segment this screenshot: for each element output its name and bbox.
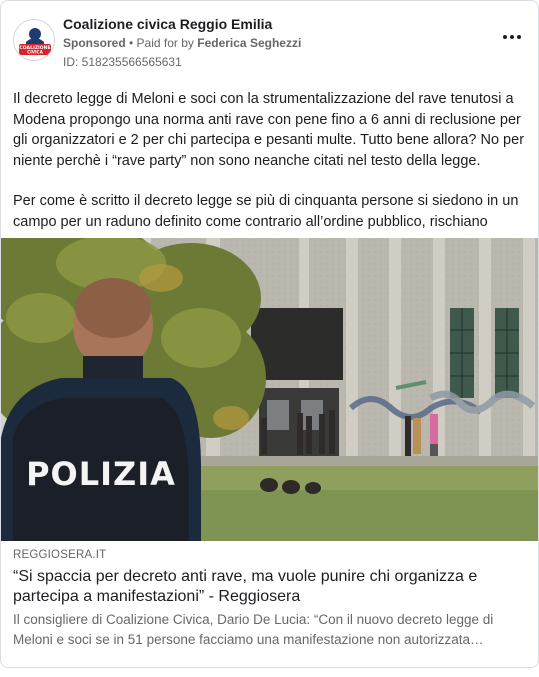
avatar-text-2: CIVICA (27, 50, 44, 55)
post-image[interactable]: POLIZIA (1, 238, 538, 541)
sponsored-label: Sponsored (63, 36, 126, 50)
more-horizontal-icon (503, 35, 507, 39)
paid-for-label: Paid for by (136, 36, 198, 50)
post-body: Il decreto legge di Meloni e soci con la… (13, 89, 528, 253)
link-domain: REGGIOSERA.IT (13, 549, 107, 561)
link-title[interactable]: “Si spaccia per decreto anti rave, ma vu… (13, 567, 528, 607)
ad-id: ID: 518235566565631 (63, 55, 182, 69)
meta-separator: • (125, 36, 137, 50)
police-rave-photo: POLIZIA (1, 238, 538, 541)
link-preview[interactable]: REGGIOSERA.IT “Si spaccia per decreto an… (13, 547, 528, 650)
page-avatar[interactable]: COALIZIONE CIVICA (13, 19, 55, 61)
payer-name: Federica Seghezzi (197, 36, 302, 50)
link-description: Il consigliere di Coalizione Civica, Dar… (13, 612, 494, 647)
sponsorship-line: Sponsored • Paid for by Federica Seghezz… (63, 36, 301, 50)
page-name-link[interactable]: Coalizione civica Reggio Emilia (63, 16, 272, 32)
post-header: COALIZIONE CIVICA Coalizione civica Regg… (13, 13, 526, 69)
ad-card: COALIZIONE CIVICA Coalizione civica Regg… (0, 0, 539, 668)
coalizione-civica-logo: COALIZIONE CIVICA (14, 20, 54, 60)
more-dot (510, 35, 514, 39)
more-options-button[interactable] (498, 27, 526, 47)
post-paragraph-1: Il decreto legge di Meloni e soci con la… (13, 91, 525, 169)
uniform-text: POLIZIA (26, 455, 176, 493)
more-dot (517, 35, 521, 39)
